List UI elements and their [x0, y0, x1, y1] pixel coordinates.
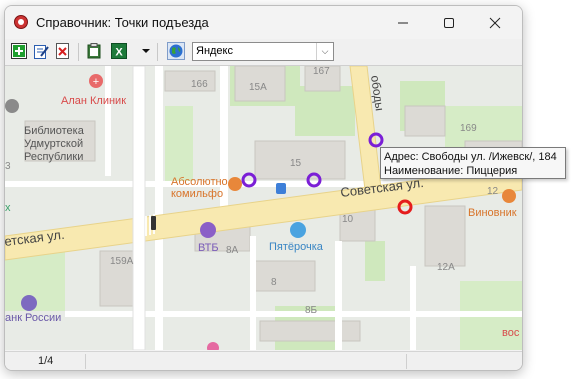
svg-text:X: X	[115, 47, 123, 59]
house-number: 159А	[110, 256, 134, 267]
map-view[interactable]: + Алан Клиник Библиотека Удмуртской Респ…	[5, 66, 522, 350]
toolbar-separator	[157, 43, 158, 61]
delete-icon	[56, 43, 69, 59]
clipboard-icon	[87, 43, 101, 59]
label-absolutno-1: Абсолютно	[171, 176, 228, 188]
chevron-down-icon[interactable]: ⌵	[316, 43, 333, 60]
status-page: 1/4	[38, 355, 54, 367]
label-x: х	[5, 202, 11, 214]
label-absolutno-2: комильфо	[171, 188, 223, 200]
minimize-icon	[398, 22, 408, 23]
status-page-cell: 1/4	[5, 354, 86, 369]
globe-icon	[167, 42, 185, 60]
maximize-icon	[444, 17, 454, 28]
add-icon	[11, 43, 27, 59]
tooltip-name: Наименование: Пиццерия	[384, 165, 518, 177]
map-canvas: + Алан Клиник Библиотека Удмуртской Респ…	[5, 66, 522, 350]
edit-icon	[34, 45, 49, 59]
label-library-1: Библиотека	[24, 125, 85, 137]
add-button[interactable]	[11, 43, 27, 59]
status-bar: 1/4	[5, 351, 522, 370]
toolbar: X Яндекс ⌵	[5, 39, 522, 66]
maximize-button[interactable]	[426, 6, 472, 39]
dropdown-arrow-button[interactable]	[141, 43, 151, 59]
house-number: 8Б	[305, 305, 318, 316]
app-window: Справочник: Точки подъезда X Яндекс ⌵ + …	[4, 5, 523, 371]
close-icon	[489, 17, 501, 28]
label-pyaterochka: Пятёрочка	[269, 241, 324, 253]
map-provider-select[interactable]: Яндекс ⌵	[192, 42, 334, 61]
label-bottom-right: вос	[502, 327, 520, 339]
delete-button[interactable]	[55, 43, 71, 59]
app-icon	[14, 15, 28, 29]
label-bank-russia: анк России	[5, 312, 61, 324]
title-bar: Справочник: Точки подъезда	[5, 6, 522, 39]
house-number: 12	[487, 186, 499, 197]
house-number: 12А	[437, 262, 455, 273]
edit-button[interactable]	[33, 43, 49, 59]
excel-icon: X	[111, 43, 127, 59]
close-button[interactable]	[472, 6, 518, 39]
house-number: 15А	[249, 82, 267, 93]
house-number: 15	[290, 158, 302, 169]
label-alan-clinic: Алан Клиник	[61, 95, 126, 107]
label-library-2: Удмуртской	[24, 138, 83, 150]
house-number: 3	[5, 161, 11, 172]
status-cell	[86, 354, 407, 369]
house-number: 8	[271, 277, 277, 288]
label-vinovnik: Виновник	[468, 207, 517, 219]
map-provider-value: Яндекс	[196, 45, 233, 57]
excel-export-button[interactable]: X	[111, 43, 127, 59]
label-vtb: ВТБ	[198, 242, 219, 254]
house-number: 169	[460, 123, 477, 134]
svg-text:+: +	[93, 76, 99, 88]
house-number: 167	[313, 66, 330, 77]
marker-tooltip: Адрес: Свободы ул. /Ижевск/, 184 Наимено…	[380, 147, 566, 179]
house-number: 10	[342, 214, 354, 225]
minimize-button[interactable]	[380, 6, 426, 39]
window-title: Справочник: Точки подъезда	[36, 15, 209, 30]
tooltip-address: Адрес: Свободы ул. /Ижевск/, 184	[384, 151, 557, 163]
house-number: 8А	[226, 245, 239, 256]
globe-button[interactable]	[167, 42, 185, 60]
chevron-down-icon	[142, 49, 150, 53]
label-library-3: Республики	[24, 151, 83, 163]
toolbar-separator	[78, 43, 79, 61]
properties-button[interactable]	[86, 43, 102, 59]
house-number: 166	[191, 79, 208, 90]
